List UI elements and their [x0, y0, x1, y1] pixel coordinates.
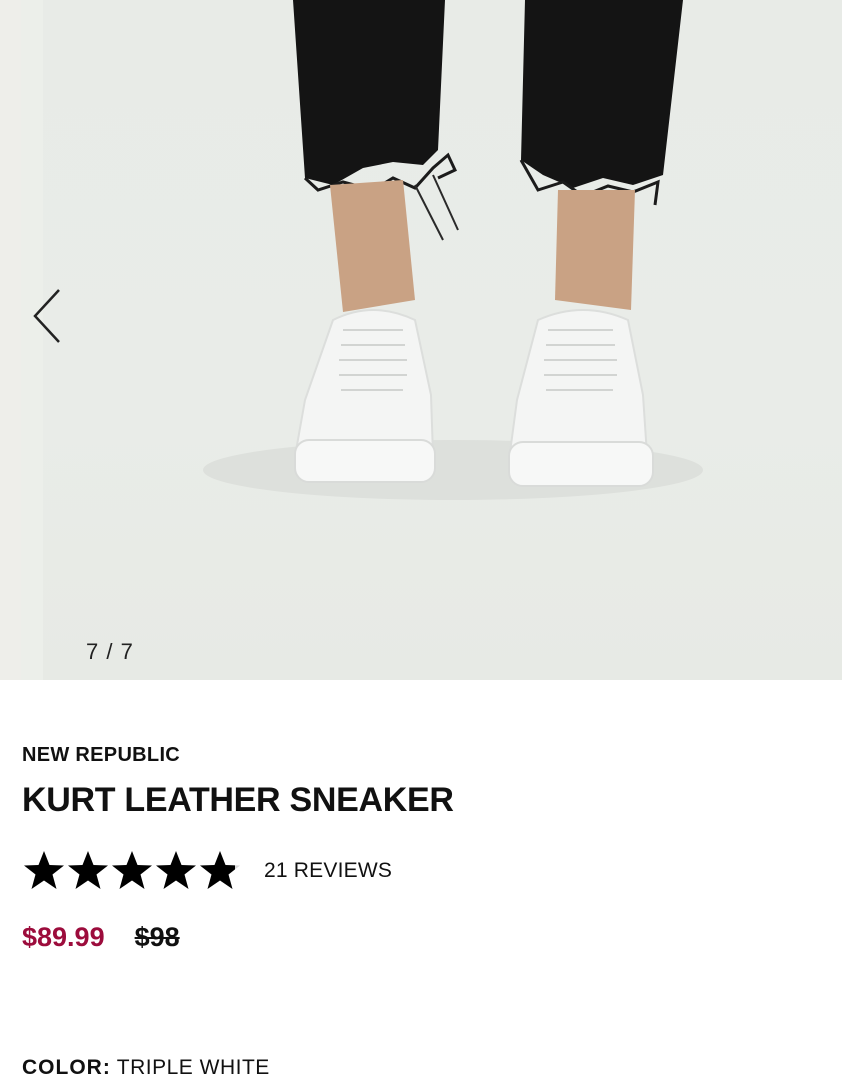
product-brand[interactable]: NEW REPUBLIC — [22, 744, 180, 767]
product-image-gallery[interactable]: 7 / 7 — [0, 0, 842, 680]
reviews-link[interactable]: 21 REVIEWS — [264, 859, 392, 883]
price-block: $89.99 $98 — [22, 922, 190, 953]
color-value: TRIPLE WHITE — [116, 1056, 270, 1079]
sale-price: $89.99 — [22, 922, 105, 952]
product-title: KURT LEATHER SNEAKER — [22, 781, 454, 819]
product-photo — [43, 0, 842, 680]
star-icon — [156, 851, 196, 889]
image-counter: 7 / 7 — [86, 639, 134, 664]
previous-image-peek — [0, 0, 21, 680]
chevron-left-icon — [33, 289, 60, 343]
previous-image-button[interactable] — [26, 286, 66, 346]
star-partial-icon — [200, 851, 240, 889]
color-selection: COLOR: TRIPLE WHITE — [22, 1056, 270, 1080]
star-rating — [22, 849, 242, 893]
product-rating[interactable]: 21 REVIEWS — [22, 848, 392, 894]
color-label: COLOR: — [22, 1056, 111, 1079]
star-icon — [24, 851, 64, 889]
star-icon — [68, 851, 108, 889]
star-icon — [112, 851, 152, 889]
original-price: $98 — [134, 922, 180, 952]
